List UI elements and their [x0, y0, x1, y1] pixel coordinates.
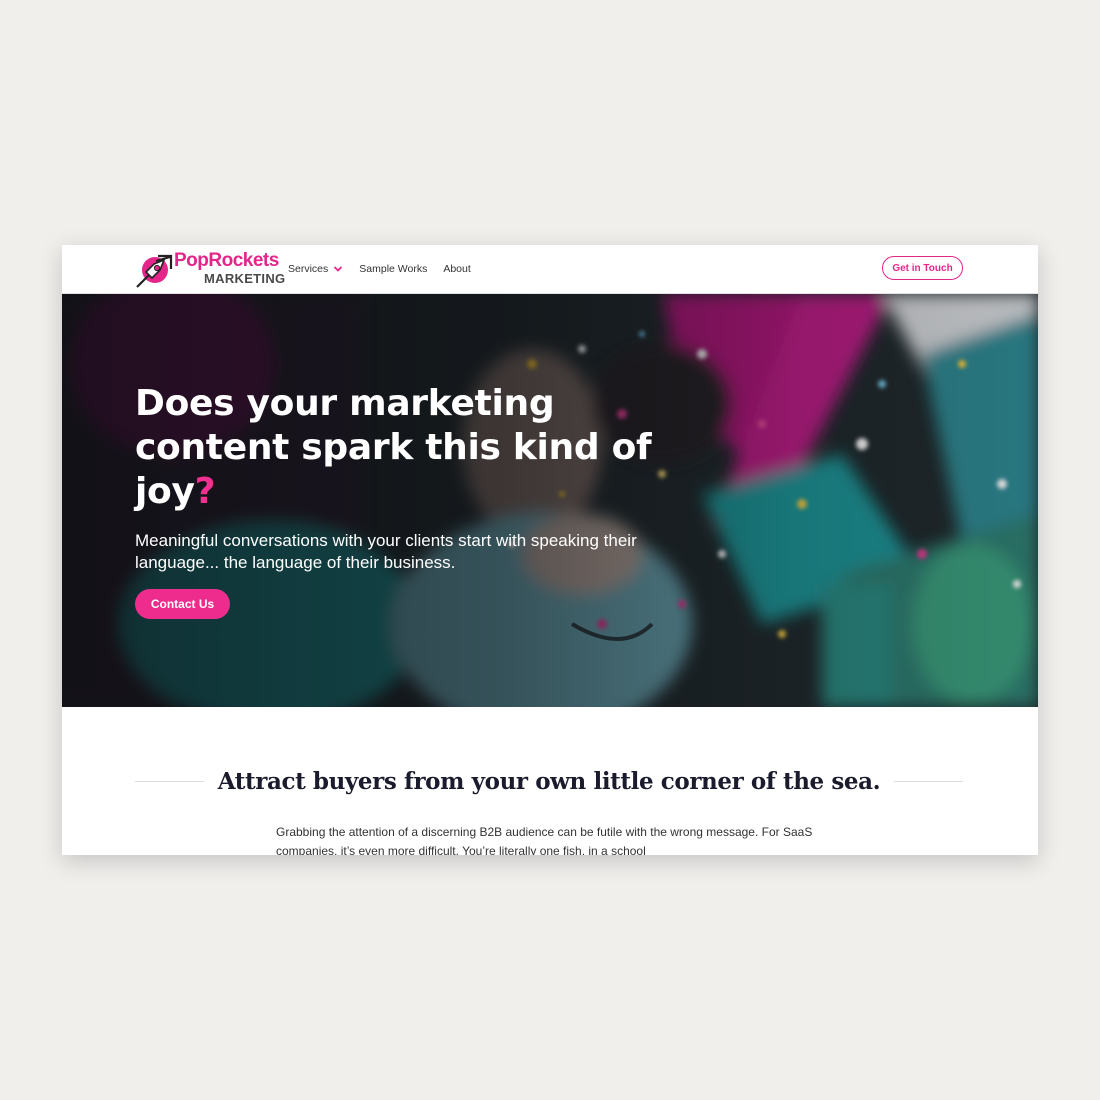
- hero-title: Does your marketing content spark this k…: [135, 382, 695, 514]
- nav-item-about[interactable]: About: [443, 263, 470, 275]
- logo-word-pop: Pop: [174, 250, 209, 271]
- logo-wordmark: PopRockets: [174, 251, 279, 271]
- nav-item-sample-works[interactable]: Sample Works: [359, 263, 427, 275]
- get-in-touch-button[interactable]: Get in Touch: [882, 256, 963, 280]
- nav-item-label: Services: [288, 263, 329, 275]
- nav-item-label: Sample Works: [359, 263, 428, 275]
- website-screenshot: PopRockets MARKETING Services Sample Wor…: [62, 245, 1038, 855]
- logo-word-rockets: Rockets: [208, 250, 279, 271]
- chevron-down-icon: [334, 266, 343, 272]
- logo[interactable]: PopRockets MARKETING: [134, 251, 285, 291]
- nav-item-label: About: [443, 263, 471, 275]
- divider-left: [135, 780, 204, 782]
- section-body-text: Grabbing the attention of a discerning B…: [276, 825, 813, 855]
- section-heading-row: Attract buyers from your own little corn…: [135, 765, 964, 797]
- nav-item-services[interactable]: Services: [288, 263, 343, 275]
- main-nav: Services Sample Works About: [288, 245, 471, 293]
- site-header: PopRockets MARKETING Services Sample Wor…: [62, 245, 1038, 294]
- rocket-logo-icon: [136, 254, 173, 288]
- section-heading: Attract buyers from your own little corn…: [217, 767, 881, 795]
- hero-section: Does your marketing content spark this k…: [62, 294, 1038, 707]
- hero-subtitle: Meaningful conversations with your clien…: [135, 531, 637, 572]
- hero-title-accent: ?: [194, 471, 216, 512]
- logo-word-marketing: MARKETING: [204, 271, 286, 286]
- contact-us-button[interactable]: Contact Us: [135, 589, 230, 619]
- divider-right: [894, 780, 964, 782]
